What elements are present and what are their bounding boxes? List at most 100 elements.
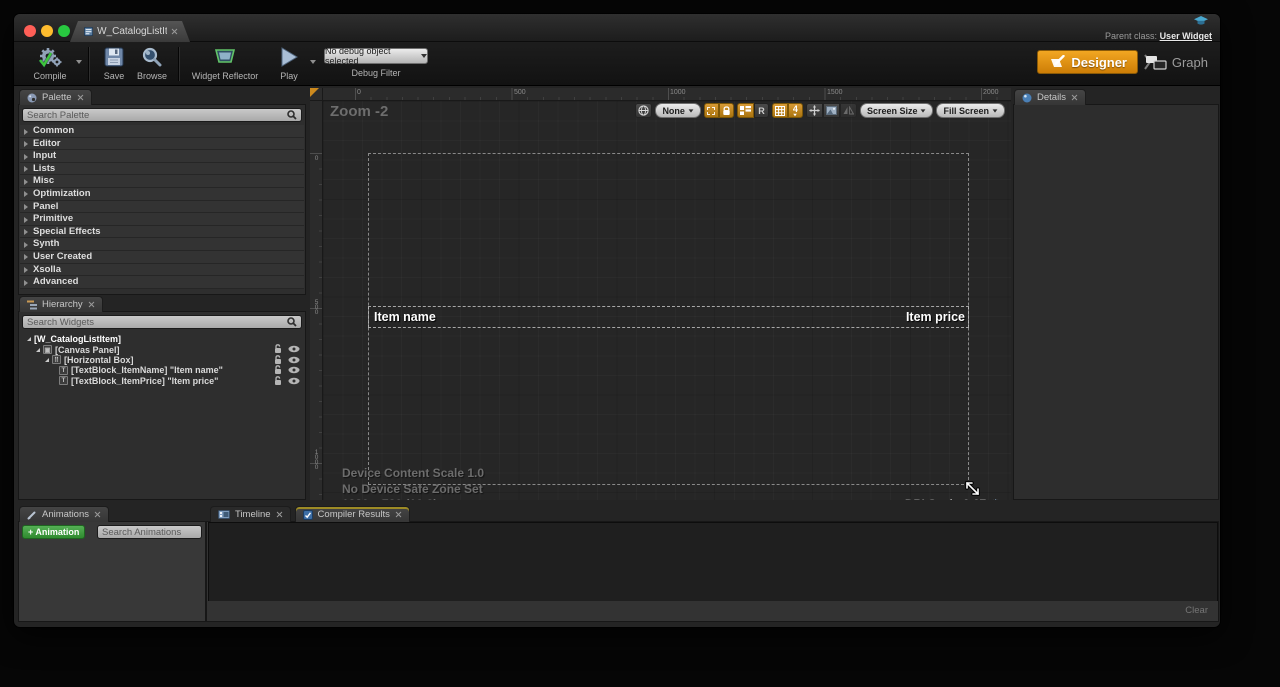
palette-category[interactable]: Special Effects — [20, 226, 304, 239]
graph-mode-button[interactable]: Graph — [1141, 50, 1212, 74]
grid-icon — [775, 106, 785, 116]
show-outlines-toggle[interactable] — [704, 103, 719, 118]
visibility-eye-icon[interactable] — [288, 356, 300, 364]
palette-category[interactable]: Advanced — [20, 276, 304, 289]
resize-cursor — [963, 479, 983, 499]
palette-search-input[interactable] — [23, 110, 287, 121]
tab-timeline[interactable]: Timeline — [210, 506, 291, 522]
add-animation-button[interactable]: + Animation — [22, 525, 85, 539]
close-panel-icon[interactable] — [77, 94, 84, 101]
compile-button[interactable]: Compile — [24, 45, 76, 83]
macos-close-button[interactable] — [24, 25, 36, 37]
play-button[interactable]: Play — [272, 45, 306, 83]
mirror-preview-button[interactable] — [840, 103, 857, 118]
close-panel-icon[interactable] — [94, 511, 101, 518]
save-button[interactable]: Save — [98, 45, 130, 83]
macos-zoom-button[interactable] — [58, 25, 70, 37]
designer-icon — [1048, 55, 1065, 69]
alignment-toggle[interactable] — [737, 103, 754, 118]
fill-screen-dropdown[interactable]: Fill Screen — [936, 103, 1005, 118]
unlocked-icon[interactable] — [274, 365, 283, 375]
horizontal-box-outline[interactable]: Item name Item price — [368, 306, 969, 328]
designer-canvas[interactable]: 0 500 1000 1500 2000 0 500 1000 Zoom -2 — [310, 88, 1011, 500]
tab-hierarchy[interactable]: Hierarchy — [19, 296, 103, 312]
widget-blueprint-icon — [84, 26, 93, 37]
tree-row-canvas-panel[interactable]: ▣ [Canvas Panel] — [21, 344, 303, 354]
palette-category[interactable]: Xsolla — [20, 264, 304, 277]
tree-row-textblock-itemname[interactable]: T [TextBlock_ItemName] "Item name" — [21, 365, 303, 375]
search-icon — [287, 110, 297, 120]
visibility-eye-icon[interactable] — [288, 366, 300, 374]
animations-search[interactable] — [97, 525, 202, 539]
tree-row-horizontal-box[interactable]: ⠿ [Horizontal Box] — [21, 355, 303, 365]
debug-object-dropdown[interactable]: No debug object selected — [324, 48, 428, 64]
palette-category[interactable]: Input — [20, 150, 304, 163]
animations-panel: Animations + Animation — [18, 521, 206, 622]
expander-icon[interactable] — [23, 337, 31, 341]
expander-icon[interactable] — [41, 358, 49, 362]
browse-button[interactable]: Browse — [132, 45, 172, 83]
palette-category[interactable]: Panel — [20, 201, 304, 214]
tab-palette[interactable]: Palette — [19, 89, 92, 105]
image-icon — [826, 106, 837, 115]
tab-details[interactable]: Details — [1014, 89, 1086, 105]
dropdown-caret-icon — [794, 113, 798, 115]
palette-category[interactable]: Misc — [20, 175, 304, 188]
close-panel-icon[interactable] — [395, 511, 402, 518]
horizontal-box-icon: ⠿ — [52, 355, 61, 364]
lock-widgets-toggle[interactable] — [719, 103, 734, 118]
flow-direction-dropdown[interactable]: None — [655, 103, 701, 118]
palette-category[interactable]: Lists — [20, 163, 304, 176]
document-tab[interactable]: W_CatalogListItem — [70, 21, 190, 42]
parent-class-link[interactable]: User Widget — [1160, 31, 1212, 41]
expander-icon[interactable] — [32, 348, 40, 352]
tab-compiler-results[interactable]: Compiler Results — [295, 506, 410, 522]
hierarchy-search[interactable] — [22, 315, 302, 329]
output-footer: Clear — [208, 601, 1218, 620]
grid-snap-size-dropdown[interactable]: 4 — [788, 103, 803, 118]
widget-reflector-button[interactable]: Widget Reflector — [186, 45, 264, 83]
designer-mode-button[interactable]: Designer — [1037, 50, 1138, 74]
screen-size-dropdown[interactable]: Screen Size — [860, 103, 934, 118]
preview-background-button[interactable] — [823, 103, 840, 118]
visibility-eye-icon[interactable] — [288, 345, 300, 353]
respect-locks-toggle[interactable]: R — [754, 103, 769, 118]
unlocked-icon[interactable] — [274, 355, 283, 365]
palette-category[interactable]: Optimization — [20, 188, 304, 201]
close-panel-icon[interactable] — [1071, 94, 1078, 101]
compiler-results-log[interactable] — [208, 522, 1218, 602]
dashed-outline-icon — [707, 107, 715, 115]
palette-search[interactable] — [22, 108, 302, 122]
clear-button[interactable]: Clear — [1185, 605, 1208, 616]
output-panel: Timeline Compiler Results Clear — [206, 521, 1219, 622]
palette-category[interactable]: Common — [20, 125, 304, 138]
title-bar: W_CatalogListItem Parent class: User Wid… — [14, 14, 1220, 42]
tree-row-textblock-itemprice[interactable]: T [TextBlock_ItemPrice] "Item price" — [21, 376, 303, 386]
document-tab-title: W_CatalogListItem — [97, 26, 167, 37]
macos-minimize-button[interactable] — [41, 25, 53, 37]
unlocked-icon[interactable] — [274, 376, 283, 386]
palette-category-list: Common Editor Input Lists Misc Optimizat… — [20, 125, 304, 289]
transform-mode-button[interactable] — [806, 103, 823, 118]
design-viewport[interactable]: Zoom -2 None — [323, 101, 1011, 500]
palette-category[interactable]: Synth — [20, 238, 304, 251]
close-tab-icon[interactable] — [171, 28, 178, 35]
localization-preview-button[interactable] — [635, 103, 652, 118]
palette-category[interactable]: Primitive — [20, 213, 304, 226]
animations-pen-icon — [27, 510, 37, 520]
item-name-textblock[interactable]: Item name — [374, 310, 436, 324]
compile-options-caret-icon[interactable] — [76, 60, 82, 64]
visibility-eye-icon[interactable] — [288, 377, 300, 385]
hierarchy-search-input[interactable] — [23, 317, 287, 328]
close-panel-icon[interactable] — [276, 511, 283, 518]
item-price-textblock[interactable]: Item price — [906, 310, 965, 324]
tree-row-root[interactable]: [W_CatalogListItem] — [21, 334, 303, 344]
palette-category[interactable]: User Created — [20, 251, 304, 264]
grid-snap-toggle[interactable] — [772, 103, 788, 118]
close-panel-icon[interactable] — [88, 301, 95, 308]
palette-category[interactable]: Editor — [20, 138, 304, 151]
tab-animations[interactable]: Animations — [19, 506, 109, 522]
dpi-settings-gear-icon[interactable]: ⚙ — [990, 497, 1001, 500]
unlocked-icon[interactable] — [274, 344, 283, 354]
play-options-caret-icon[interactable] — [310, 60, 316, 64]
